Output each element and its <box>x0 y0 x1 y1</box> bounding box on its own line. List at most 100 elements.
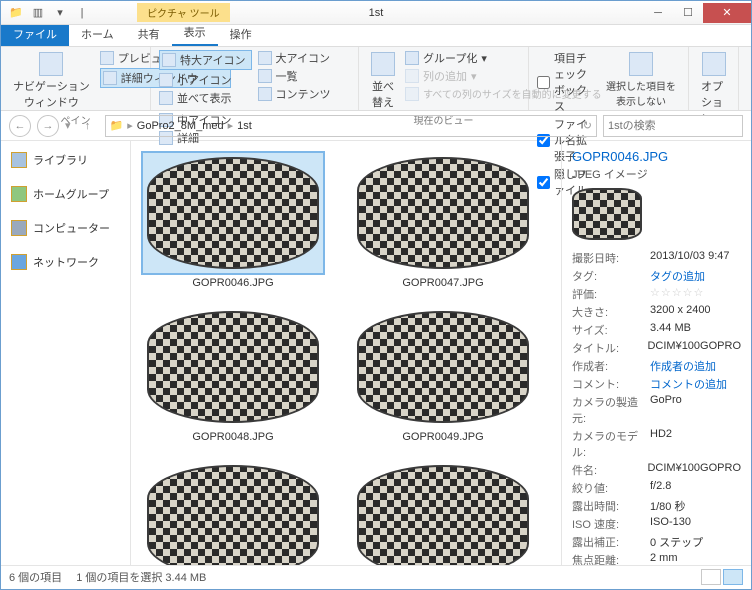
file-thumbnail[interactable]: GOPR0049.JPG <box>353 307 533 443</box>
nav-network[interactable]: ネットワーク <box>5 251 126 273</box>
details-value: GoPro <box>650 394 741 426</box>
details-value: 1/80 秒 <box>650 498 741 514</box>
folder-icon: 📁 <box>7 4 25 22</box>
details-value[interactable]: 作成者の追加 <box>650 358 741 374</box>
details-key: 露出補正: <box>572 534 650 550</box>
details-value: 3.44 MB <box>650 322 741 338</box>
status-bar: 6 個の項目 1 個の項目を選択 3.44 MB <box>1 565 751 587</box>
details-value: ☆☆☆☆☆ <box>650 286 741 302</box>
view-details-button[interactable] <box>701 569 721 585</box>
tab-file[interactable]: ファイル <box>1 22 69 46</box>
qat-sep: | <box>73 4 91 22</box>
file-name: GOPR0048.JPG <box>192 431 273 443</box>
search-input[interactable] <box>603 115 743 137</box>
back-button[interactable]: ← <box>9 115 31 137</box>
details-key: 撮影日時: <box>572 250 650 266</box>
sort-button[interactable]: 並べ 替え <box>367 50 399 112</box>
view-content[interactable]: コンテンツ <box>258 86 351 102</box>
maximize-button[interactable]: ☐ <box>673 3 703 23</box>
recent-dropdown-icon[interactable]: ▾ <box>65 119 71 132</box>
file-pane[interactable]: GOPR0046.JPG GOPR0047.JPG GOPR0048.JPG GOPR… <box>131 141 561 565</box>
status-selection: 1 個の項目を選択 3.44 MB <box>76 569 206 585</box>
details-key: カメラの製造元: <box>572 394 650 426</box>
details-thumbnail <box>572 188 642 240</box>
tab-share[interactable]: 共有 <box>126 22 172 46</box>
nav-computer[interactable]: コンピューター <box>5 217 126 239</box>
up-button[interactable]: ↑ <box>77 115 99 137</box>
details-row: 露出補正:0 ステップ <box>572 534 741 550</box>
details-key: サイズ: <box>572 322 650 338</box>
details-value: 2013/10/03 9:47 <box>650 250 741 266</box>
nav-pane-button[interactable]: ナビゲーション ウィンドウ <box>9 50 94 112</box>
details-value: 3200 x 2400 <box>650 304 741 320</box>
details-value: 2 mm <box>650 552 741 565</box>
checkbox-item-checkboxes[interactable]: 項目チェック ボックス <box>537 50 596 114</box>
details-row: カメラの製造元:GoPro <box>572 394 741 426</box>
status-count: 6 個の項目 <box>9 569 62 585</box>
context-tab-picture-tools: ピクチャ ツール <box>137 3 230 22</box>
hide-selected-button[interactable]: 選択した項目を 表示しない <box>602 50 680 110</box>
details-pane: GOPR0046.JPG JPEG イメージ 撮影日時:2013/10/03 9… <box>561 141 751 565</box>
details-row: サイズ:3.44 MB <box>572 322 741 338</box>
view-s-icons[interactable]: 小アイコン <box>159 72 252 88</box>
details-key: ISO 速度: <box>572 516 650 532</box>
refresh-icon[interactable]: ↻ <box>583 119 592 132</box>
details-subtitle: JPEG イメージ <box>572 166 741 182</box>
file-thumbnail[interactable]: GOPR0047.JPG <box>353 153 533 289</box>
details-row: 件名:DCIM¥100GOPRO <box>572 462 741 478</box>
nav-homegroup[interactable]: ホームグループ <box>5 183 126 205</box>
view-l-icons[interactable]: 大アイコン <box>258 50 351 66</box>
details-key: 件名: <box>572 462 647 478</box>
nav-tree: ライブラリ ホームグループ コンピューター ネットワーク <box>1 141 131 565</box>
details-row: 評価:☆☆☆☆☆ <box>572 286 741 302</box>
view-thumbnails-button[interactable] <box>723 569 743 585</box>
details-row: 撮影日時:2013/10/03 9:47 <box>572 250 741 266</box>
details-row: 焦点距離:2 mm <box>572 552 741 565</box>
details-value: HD2 <box>650 428 741 460</box>
details-row: カメラのモデル:HD2 <box>572 428 741 460</box>
details-value: DCIM¥100GOPRO <box>647 462 741 478</box>
file-thumbnail[interactable]: GOPR0046.JPG <box>143 153 323 289</box>
details-key: カメラのモデル: <box>572 428 650 460</box>
details-row: タグ:タグの追加 <box>572 268 741 284</box>
breadcrumb[interactable]: 📁 ▸ GoPro2_8M_med ▸ 1st ↻ <box>105 115 597 137</box>
details-row: 露出時間:1/80 秒 <box>572 498 741 514</box>
tab-home[interactable]: ホーム <box>69 22 126 46</box>
details-row: コメント:コメントの追加 <box>572 376 741 392</box>
details-row: 作成者:作成者の追加 <box>572 358 741 374</box>
details-row: タイトル:DCIM¥100GOPRO <box>572 340 741 356</box>
details-value[interactable]: コメントの追加 <box>650 376 741 392</box>
details-key: コメント: <box>572 376 650 392</box>
breadcrumb-segment[interactable]: GoPro2_8M_med <box>137 120 224 132</box>
view-tiles[interactable]: 並べて表示 <box>159 90 252 106</box>
details-key: タグ: <box>572 268 650 284</box>
details-title: GOPR0046.JPG <box>572 149 741 164</box>
details-value: ISO-130 <box>650 516 741 532</box>
details-value[interactable]: タグの追加 <box>650 268 741 284</box>
details-key: 露出時間: <box>572 498 650 514</box>
details-row: 大きさ:3200 x 2400 <box>572 304 741 320</box>
file-name: GOPR0046.JPG <box>192 277 273 289</box>
properties-icon[interactable]: ▥ <box>29 4 47 22</box>
breadcrumb-segment[interactable]: 1st <box>237 120 252 132</box>
details-key: 焦点距離: <box>572 552 650 565</box>
view-list[interactable]: 一覧 <box>258 68 351 84</box>
close-button[interactable]: ✕ <box>703 3 751 23</box>
qat-dropdown-icon[interactable]: ▾ <box>51 4 69 22</box>
file-thumbnail[interactable]: GOPR0051.JPG <box>353 461 533 565</box>
details-row: 絞り値:f/2.8 <box>572 480 741 496</box>
details-key: 評価: <box>572 286 650 302</box>
view-xl-icons[interactable]: 特大アイコン <box>159 50 252 70</box>
nav-libraries[interactable]: ライブラリ <box>5 149 126 171</box>
forward-button[interactable]: → <box>37 115 59 137</box>
file-thumbnail[interactable]: GOPR0050.JPG <box>143 461 323 565</box>
folder-icon: 📁 <box>110 119 124 132</box>
file-thumbnail[interactable]: GOPR0048.JPG <box>143 307 323 443</box>
tab-manage[interactable]: 操作 <box>218 22 264 46</box>
window-title: 1st <box>369 7 384 19</box>
details-key: 大きさ: <box>572 304 650 320</box>
titlebar: 📁 ▥ ▾ | ピクチャ ツール 1st ─ ☐ ✕ <box>1 1 751 25</box>
details-row: ISO 速度:ISO-130 <box>572 516 741 532</box>
minimize-button[interactable]: ─ <box>643 3 673 23</box>
details-key: 絞り値: <box>572 480 650 496</box>
